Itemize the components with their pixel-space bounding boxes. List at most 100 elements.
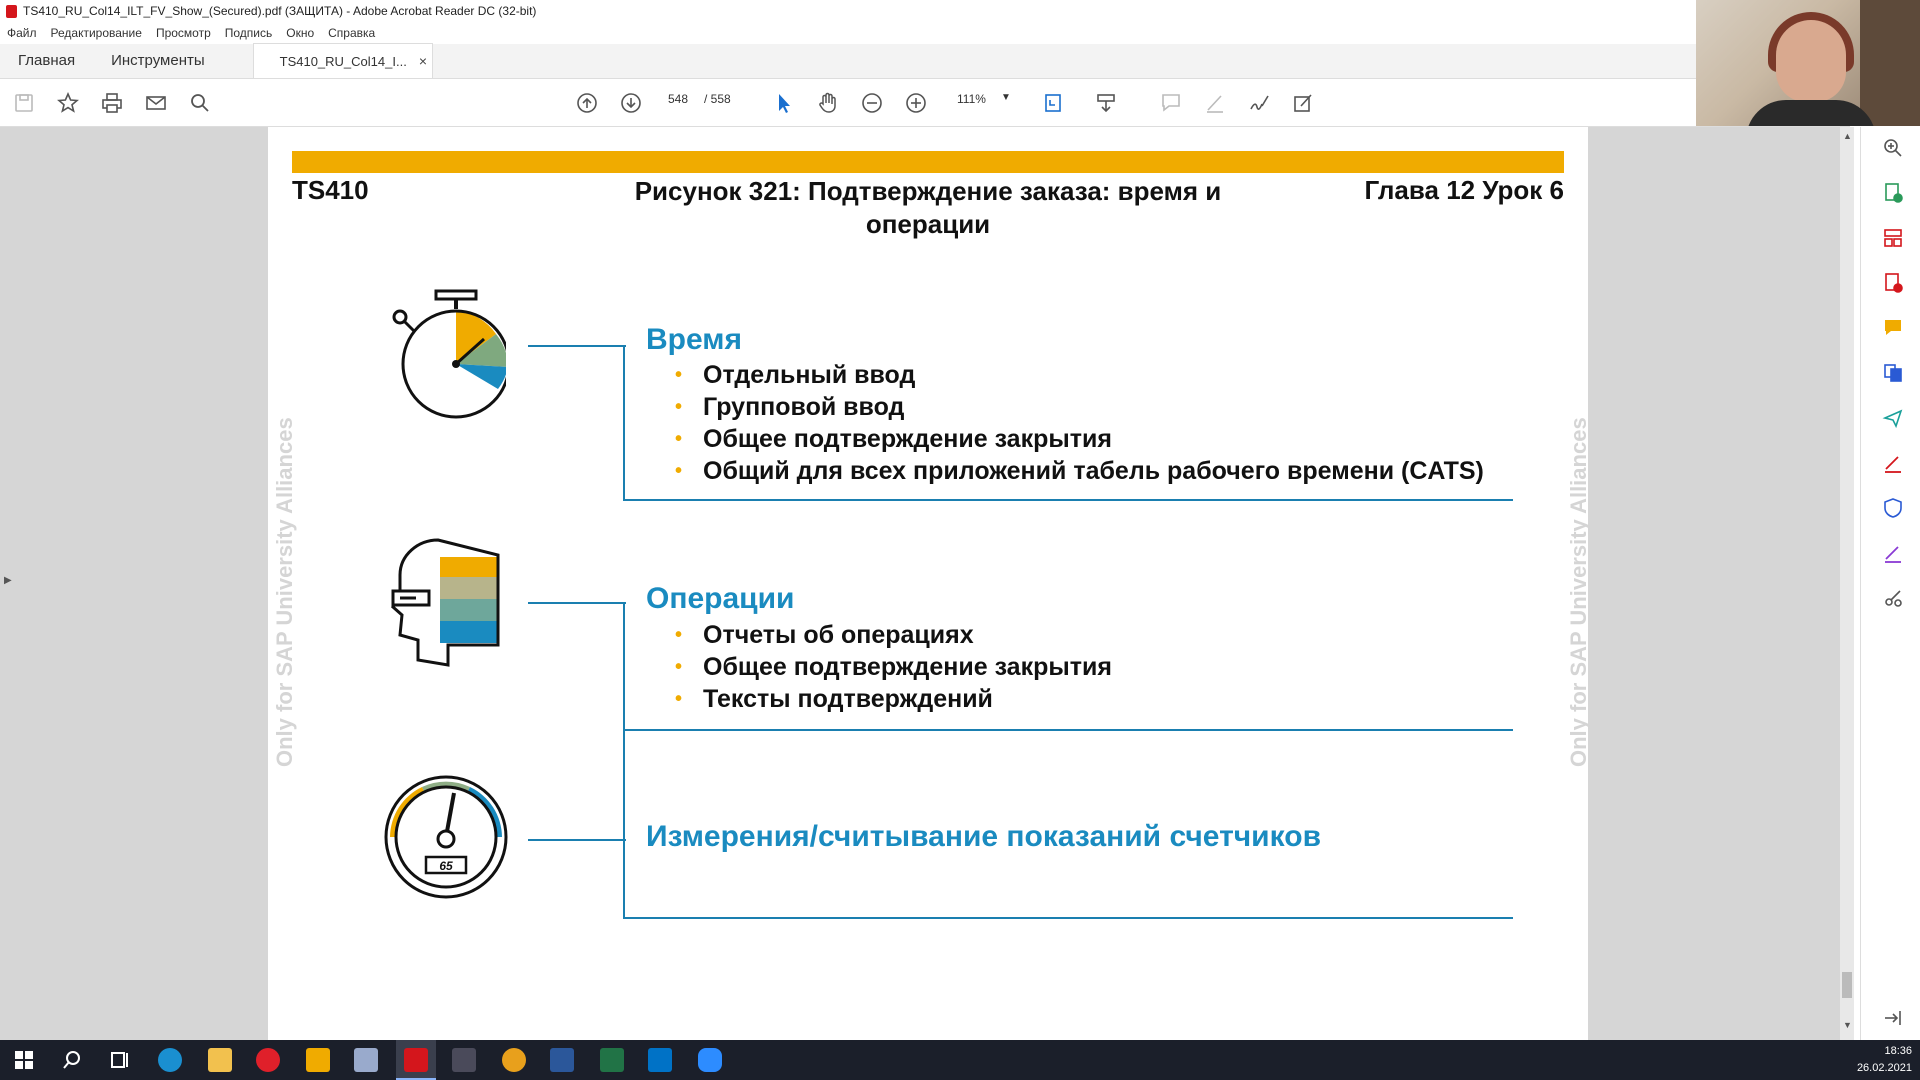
- request-signature-icon[interactable]: [1882, 542, 1904, 564]
- next-page-icon[interactable]: [617, 89, 645, 117]
- total-pages: / 558: [704, 92, 731, 106]
- connector-line-operations: [528, 602, 626, 604]
- zoom-out-icon[interactable]: [858, 89, 886, 117]
- menu-window[interactable]: Окно: [279, 26, 321, 40]
- taskbar-search-icon[interactable]: [60, 1048, 84, 1072]
- edge-browser-icon[interactable]: [158, 1048, 182, 1072]
- more-tools-icon[interactable]: [1882, 587, 1904, 609]
- bracket-vertical-time: [623, 345, 625, 500]
- section-heading-time: Время: [646, 323, 742, 356]
- acrobat-icon: [6, 4, 17, 18]
- task-view-icon[interactable]: [108, 1048, 132, 1072]
- list-item: Тексты подтверждений: [675, 685, 993, 714]
- outlook-icon[interactable]: [648, 1048, 672, 1072]
- menu-help[interactable]: Справка: [321, 26, 382, 40]
- edit-pdf-icon[interactable]: [1289, 89, 1317, 117]
- stopwatch-icon: [392, 289, 506, 419]
- pdf-page: TS410 Рисунок 321: Подтверждение заказа:…: [268, 127, 1591, 1040]
- combine-files-icon[interactable]: [1882, 362, 1904, 384]
- bookmark-star-icon[interactable]: [54, 89, 82, 117]
- bracket-vertical-measurements: [623, 839, 625, 919]
- zoom-search-icon[interactable]: [1882, 137, 1904, 159]
- title-bar: TS410_RU_Col14_ILT_FV_Show_(Secured).pdf…: [0, 0, 1700, 22]
- calculator-icon[interactable]: [452, 1048, 476, 1072]
- tab-document[interactable]: TS410_RU_Col14_I... ×: [252, 43, 433, 78]
- list-item: Общее подтверждение закрытия: [675, 425, 1112, 454]
- system-clock[interactable]: 18:36 26.02.2021: [1857, 1043, 1912, 1077]
- section-heading-measurements: Измерения/считывание показаний счетчиков: [646, 820, 1322, 853]
- scroll-down-icon[interactable]: ▼: [1843, 1020, 1852, 1030]
- header-orange-bar: [292, 151, 1564, 173]
- chevron-down-icon[interactable]: ▼: [1001, 92, 1011, 103]
- collapse-panel-icon[interactable]: [1882, 1007, 1904, 1029]
- windows-start-icon[interactable]: [12, 1048, 36, 1072]
- save-icon[interactable]: [10, 89, 38, 117]
- previous-page-icon[interactable]: [573, 89, 601, 117]
- print-icon[interactable]: [98, 89, 126, 117]
- bracket-bottom-operations: [623, 729, 1513, 731]
- scrollbar-thumb[interactable]: [1842, 972, 1852, 998]
- list-item: Групповой ввод: [675, 393, 904, 422]
- vertical-scrollbar[interactable]: ▲ ▼: [1840, 127, 1854, 1040]
- tab-tools[interactable]: Инструменты: [93, 43, 223, 78]
- create-pdf-icon[interactable]: [1882, 272, 1904, 294]
- comment-icon[interactable]: [1157, 89, 1185, 117]
- email-icon[interactable]: [142, 89, 170, 117]
- tools-panel: [1860, 127, 1920, 1040]
- export-pdf-icon[interactable]: [1882, 182, 1904, 204]
- comment-tool-icon[interactable]: [1882, 317, 1904, 339]
- notepad-icon[interactable]: [354, 1048, 378, 1072]
- bullet-list-time: Отдельный ввод Групповой ввод Общее подт…: [675, 361, 1523, 491]
- highlight-pen-icon[interactable]: [1201, 89, 1229, 117]
- sap-logon-icon[interactable]: [306, 1048, 330, 1072]
- opera-browser-icon[interactable]: [256, 1048, 280, 1072]
- zoom-app-icon[interactable]: [698, 1048, 722, 1072]
- menu-file[interactable]: Файл: [0, 26, 44, 40]
- list-item: Отчеты об операциях: [675, 621, 974, 650]
- list-item: Общий для всех приложений табель рабочег…: [675, 457, 1484, 486]
- protect-shield-icon[interactable]: [1882, 497, 1904, 519]
- hand-tool-icon[interactable]: [814, 89, 842, 117]
- tab-home[interactable]: Главная: [0, 43, 93, 78]
- webcam-video: [1696, 0, 1920, 126]
- menu-view[interactable]: Просмотр: [149, 26, 218, 40]
- menu-edit[interactable]: Редактирование: [44, 26, 149, 40]
- select-cursor-icon[interactable]: [770, 89, 798, 117]
- acrobat-reader-taskbar-icon[interactable]: [404, 1048, 428, 1072]
- send-file-icon[interactable]: [1882, 407, 1904, 429]
- slide-title-line2: операции: [865, 209, 991, 239]
- course-code: TS410: [292, 175, 369, 205]
- search-icon[interactable]: [186, 89, 214, 117]
- fit-page-icon[interactable]: [1040, 89, 1068, 117]
- slide-title-line1: Рисунок 321: Подтверждение заказа: время…: [634, 176, 1222, 206]
- operations-head-icon: [391, 538, 500, 667]
- current-page-input[interactable]: 548: [668, 92, 688, 106]
- sign-icon[interactable]: [1245, 89, 1273, 117]
- scroll-mode-icon[interactable]: [1092, 89, 1120, 117]
- gauge-readout: 65: [439, 859, 453, 873]
- bookshelf-background: [1860, 0, 1920, 126]
- left-panel-toggle-icon[interactable]: ▶: [4, 575, 12, 586]
- zoom-in-icon[interactable]: [902, 89, 930, 117]
- presenter-body: [1746, 100, 1876, 126]
- file-explorer-icon[interactable]: [208, 1048, 232, 1072]
- chrome-browser-icon[interactable]: [502, 1048, 526, 1072]
- scroll-up-icon[interactable]: ▲: [1843, 131, 1852, 141]
- menu-sign[interactable]: Подпись: [218, 26, 280, 40]
- gauge-meter-icon: 65: [384, 775, 508, 899]
- toolbar: 548 / 558 111% ▼: [0, 79, 1850, 127]
- presenter-face: [1776, 20, 1846, 102]
- list-item: Отдельный ввод: [675, 361, 915, 390]
- zoom-level-select[interactable]: 111%: [957, 92, 986, 106]
- windows-taskbar: [0, 1040, 1920, 1080]
- excel-icon[interactable]: [600, 1048, 624, 1072]
- clock-time: 18:36: [1884, 1045, 1912, 1057]
- bracket-bottom-time: [623, 499, 1513, 501]
- watermark-right: Only for SAP University Alliances: [1566, 417, 1591, 767]
- menu-bar: Файл Редактирование Просмотр Подпись Окн…: [0, 22, 1700, 44]
- fill-sign-icon[interactable]: [1882, 452, 1904, 474]
- word-icon[interactable]: [550, 1048, 574, 1072]
- organize-pages-icon[interactable]: [1882, 227, 1904, 249]
- connector-line-measurements: [528, 839, 626, 841]
- close-tab-icon[interactable]: ×: [419, 53, 427, 69]
